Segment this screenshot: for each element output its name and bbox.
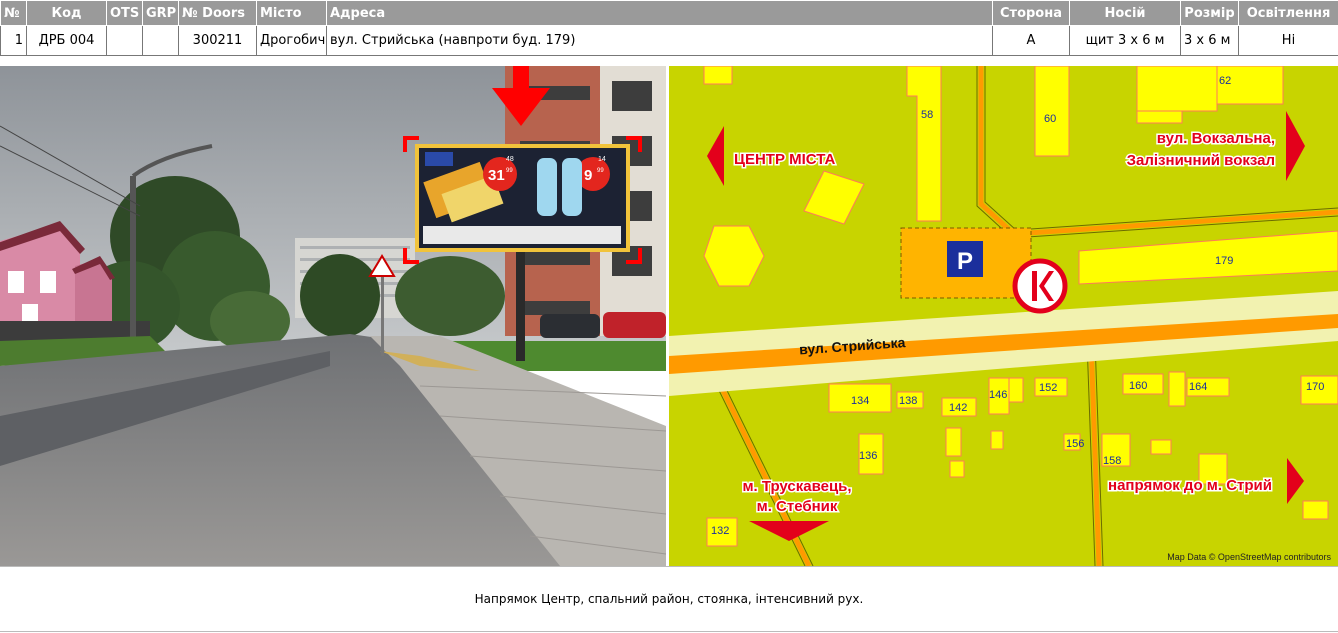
direction-label-vokzal-1: вул. Вокзальна, [1157, 130, 1275, 147]
direction-label-truskavets-2: м. Стебник [757, 498, 838, 515]
col-doors: № Doors [178, 0, 257, 26]
direction-label-center: ЦЕНТР МІСТА [734, 151, 835, 168]
house-number: 132 [711, 525, 729, 537]
table-header-row: № Код OTS GRP № Doors Місто Адреса Сторо… [0, 0, 1338, 26]
house-number: 142 [949, 402, 967, 414]
street-photo-illustration: 48 31 99 14 9 99 [0, 66, 666, 566]
col-grp: GRP [142, 0, 179, 26]
house-number: 146 [989, 389, 1007, 401]
cell-ots [106, 25, 143, 56]
col-carrier: Носій [1069, 0, 1181, 26]
description-caption: Напрямок Центр, спальний район, стоянка,… [0, 566, 1338, 632]
house-number: 152 [1039, 382, 1057, 394]
col-lighting: Освітлення [1238, 0, 1338, 26]
house-number: 158 [1103, 455, 1121, 467]
cell-address: вул. Стрийська (навпроти буд. 179) [326, 25, 993, 56]
cell-side: А [992, 25, 1070, 56]
billboard-price-1-cents: 99 [506, 168, 513, 174]
billboard-price-2: 9 [584, 167, 592, 184]
info-table: № Код OTS GRP № Doors Місто Адреса Сторо… [0, 0, 1338, 56]
house-number: 60 [1044, 113, 1056, 125]
billboard-price-2-cents: 99 [597, 168, 604, 174]
direction-label-vokzal-2: Залізничний вокзал [1127, 152, 1275, 169]
col-city: Місто [256, 0, 327, 26]
house-number: 58 [921, 109, 933, 121]
house-number: 134 [851, 395, 869, 407]
billboard-price-1-old: 48 [506, 156, 514, 163]
cell-grp [142, 25, 179, 56]
direction-label-stryi: напрямок до м. Стрий [1108, 477, 1272, 494]
street-photo: 48 31 99 14 9 99 [0, 66, 666, 566]
cell-doors: 300211 [178, 25, 257, 56]
col-address: Адреса [326, 0, 993, 26]
house-number: 138 [899, 395, 917, 407]
house-number: 164 [1189, 381, 1207, 393]
col-num: № [0, 0, 27, 26]
col-side: Сторона [992, 0, 1070, 26]
billboard-price-2-old: 14 [598, 156, 606, 163]
cell-city: Дрогобич [256, 25, 327, 56]
media-panels: 48 31 99 14 9 99 P 58 60 62 179 134 138 … [0, 63, 1338, 566]
col-size: Розмір [1180, 0, 1239, 26]
house-number: 179 [1215, 255, 1233, 267]
billboard-price-1: 31 [488, 167, 505, 184]
table-row: 1 ДРБ 004 300211 Дрогобич вул. Стрийська… [0, 25, 1338, 56]
location-map-illustration: P 58 60 62 179 134 138 142 146 152 160 1… [669, 66, 1338, 566]
location-map: P 58 60 62 179 134 138 142 146 152 160 1… [669, 66, 1338, 566]
cell-code: ДРБ 004 [26, 25, 107, 56]
billboard-marker-icon [1012, 258, 1068, 314]
cell-num: 1 [0, 25, 27, 56]
direction-label-truskavets-1: м. Трускавець, [742, 478, 851, 495]
cell-size: 3 х 6 м [1180, 25, 1239, 56]
cell-carrier: щит 3 х 6 м [1069, 25, 1181, 56]
pointer-arrow-shaft [513, 66, 529, 91]
parking-label: P [957, 248, 973, 275]
house-number: 160 [1129, 380, 1147, 392]
col-ots: OTS [106, 0, 143, 26]
house-number: 62 [1219, 75, 1231, 87]
house-number: 156 [1066, 438, 1084, 450]
map-credit: Map Data © OpenStreetMap contributors [1167, 552, 1331, 562]
description-text: Напрямок Центр, спальний район, стоянка,… [474, 592, 864, 606]
house-number: 136 [859, 450, 877, 462]
cell-lighting: Ні [1238, 25, 1338, 56]
house-number: 170 [1306, 381, 1324, 393]
col-code: Код [26, 0, 107, 26]
